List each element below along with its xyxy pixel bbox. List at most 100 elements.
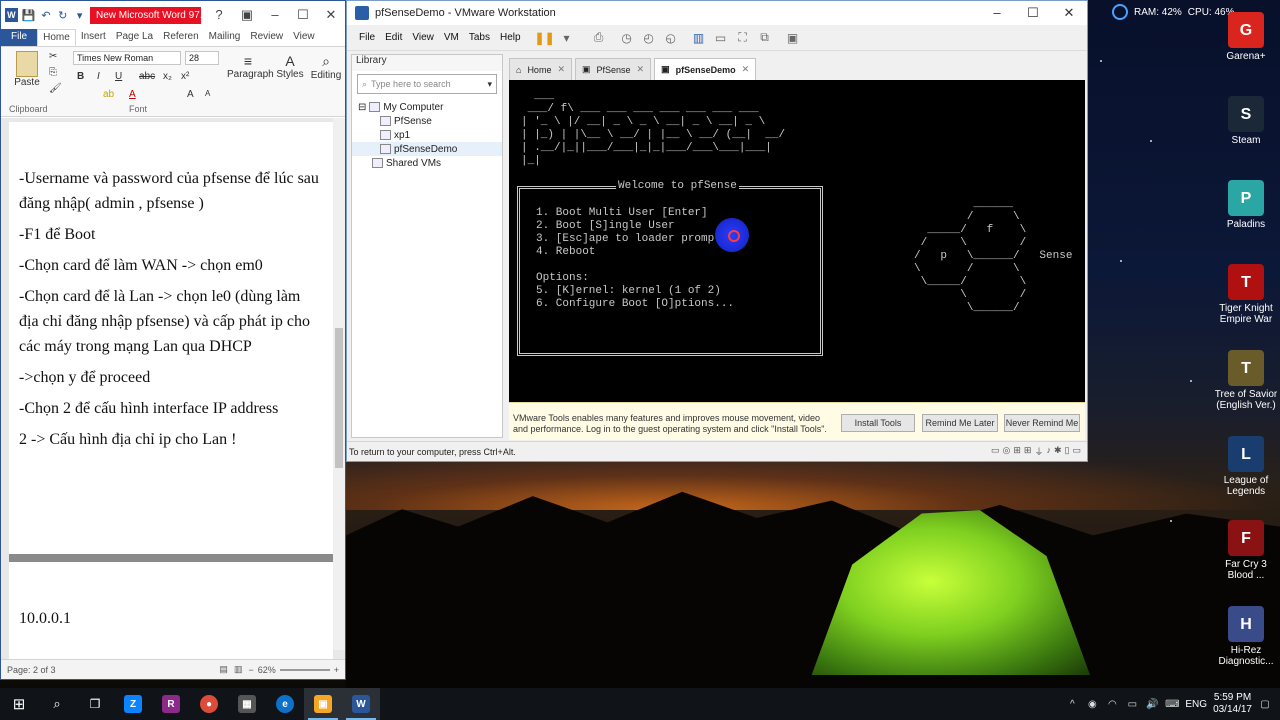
tab-references[interactable]: Referen [158,29,204,46]
document-area[interactable]: -Username và password của pfsense để lúc… [1,118,345,660]
unity-icon[interactable]: ⧉ [755,28,775,48]
cd-icon[interactable]: ◎ [1003,445,1011,458]
message-icon[interactable]: ▭ [1072,445,1081,458]
full-screen-icon[interactable]: ⛶ [733,28,753,48]
minimize-button[interactable]: – [261,7,289,23]
tab-home[interactable]: ⌂ Home ✕ [509,58,572,80]
battery-icon[interactable]: ▭ [1125,697,1139,711]
taskbar-calculator[interactable]: ▦ [228,688,266,720]
network-icon[interactable]: ⊞ [1013,445,1021,458]
tab-page-layout[interactable]: Page La [111,29,158,46]
taskbar-winrar[interactable]: R [152,688,190,720]
vm-console[interactable]: ___ ___/ f\ ___ ___ ___ ___ ___ ___ ___ … [509,80,1085,402]
styles-button[interactable]: A Styles [275,53,305,80]
never-remind-button[interactable]: Never Remind Me [1004,414,1080,432]
desktop-icon[interactable]: F Far Cry 3 Blood ... [1212,520,1280,581]
desktop-icon[interactable]: S Steam [1212,96,1280,146]
taskbar-zalo[interactable]: Z [114,688,152,720]
desktop-icon[interactable]: T Tree of Savior (English Ver.) [1212,350,1280,411]
wifi-icon[interactable]: ◠ [1105,697,1119,711]
ribbon-display-icon[interactable]: ▣ [233,7,261,23]
maximize-button[interactable]: ☐ [289,7,317,23]
tab-pfsensedemo[interactable]: ▣ pfSenseDemo ✕ [654,58,757,80]
paragraph-button[interactable]: ≡ Paragraph [227,53,274,80]
volume-icon[interactable]: 🔊 [1145,697,1159,711]
revert-snapshot-icon[interactable]: ◴ [639,28,659,48]
tree-shared-vms[interactable]: Shared VMs [352,156,502,170]
customize-qat-icon[interactable]: ▾ [73,8,86,22]
menu-edit[interactable]: Edit [381,30,406,45]
shrink-font-icon[interactable]: A [205,89,210,98]
power-dropdown-icon[interactable]: ▾ [557,28,577,48]
send-ctrl-alt-del-icon[interactable]: ⎙ [589,28,609,48]
snapshot-icon[interactable]: ◷ [617,28,637,48]
menu-file[interactable]: File [355,30,379,45]
underline-button[interactable]: U [115,71,122,82]
taskbar-browser[interactable]: e [266,688,304,720]
taskbar-chrome[interactable]: ● [190,688,228,720]
snapshot-manager-icon[interactable]: ◵ [661,28,681,48]
menu-help[interactable]: Help [496,30,525,45]
menu-view[interactable]: View [408,30,438,45]
desktop-icon[interactable]: T Tiger Knight Empire War [1212,264,1280,325]
network-icon[interactable]: ⊞ [1024,445,1032,458]
document-page-next[interactable]: 10.0.0.1 [9,562,333,660]
redo-icon[interactable]: ↻ [56,8,69,22]
strikethrough-button[interactable]: abc [139,71,155,82]
close-button[interactable]: ✕ [1051,5,1087,21]
italic-button[interactable]: I [97,71,100,82]
library-search[interactable]: ⌕ Type here to search ▾ [357,74,497,94]
search-input[interactable]: Type here to search [371,79,451,89]
save-icon[interactable]: 💾 [22,8,36,22]
copy-icon[interactable]: ⎘ [49,67,57,78]
close-tab-icon[interactable]: ✕ [557,64,565,75]
usb-icon[interactable]: ⏚ [1034,445,1043,458]
web-layout-icon[interactable]: ▥ [234,664,243,675]
bold-button[interactable]: B [77,71,84,82]
zoom-out-button[interactable]: − [248,665,253,675]
show-library-icon[interactable]: ▥ [689,28,709,48]
format-painter-icon[interactable]: 🖌 [49,83,62,94]
pause-icon[interactable]: ❚❚ [535,28,555,48]
tab-pfsense[interactable]: ▣ PfSense ✕ [575,58,652,80]
sound-icon[interactable]: ♪ [1046,445,1051,458]
paste-button[interactable]: Paste [9,51,45,88]
font-name-select[interactable]: Times New Roman [73,51,181,65]
subscript-button[interactable]: x₂ [163,71,172,82]
start-button[interactable]: ⊞ [0,688,38,720]
print-layout-icon[interactable]: ▤ [219,664,228,675]
tab-insert[interactable]: Insert [76,29,111,46]
superscript-button[interactable]: x² [181,71,189,82]
taskbar-word[interactable]: W [342,688,380,720]
close-tab-icon[interactable]: ✕ [742,64,750,75]
cut-icon[interactable]: ✂ [49,51,57,62]
taskbar-vmware[interactable]: ▣ [304,688,342,720]
bluetooth-icon[interactable]: ✱ [1054,445,1062,458]
desktop-icon[interactable]: P Paladins [1212,180,1280,230]
desktop-icon[interactable]: H Hi-Rez Diagnostic... [1212,606,1280,667]
tree-vm-item[interactable]: PfSense [352,114,502,128]
menu-vm[interactable]: VM [440,30,463,45]
clock[interactable]: 5:59 PM 03/14/17 [1213,692,1252,716]
thumbnail-bar-icon[interactable]: ▭ [711,28,731,48]
notification-icon[interactable]: ▢ [1258,697,1272,711]
vertical-scrollbar[interactable] [333,118,345,650]
search-button[interactable]: ⌕ [38,688,76,720]
desktop-icon[interactable]: L League of Legends [1212,436,1280,497]
minimize-button[interactable]: – [979,5,1015,21]
highlight-icon[interactable]: ab [103,89,114,100]
tree-my-computer[interactable]: ⊟ My Computer [352,100,502,114]
help-icon[interactable]: ? [205,7,233,23]
tab-view[interactable]: View [288,29,320,46]
install-tools-button[interactable]: Install Tools [841,414,915,432]
desktop-icon[interactable]: G Garena+ [1212,12,1280,62]
collapse-icon[interactable]: ⊟ [358,102,366,113]
task-view-button[interactable]: ❐ [76,688,114,720]
grow-font-icon[interactable]: A [187,89,194,100]
tab-review[interactable]: Review [245,29,288,46]
tab-file[interactable]: File [1,29,38,46]
hdd-icon[interactable]: ▭ [991,445,1000,458]
tree-vm-item[interactable]: pfSenseDemo [352,142,502,156]
close-tab-icon[interactable]: ✕ [637,64,645,75]
console-view-icon[interactable]: ▣ [783,28,803,48]
